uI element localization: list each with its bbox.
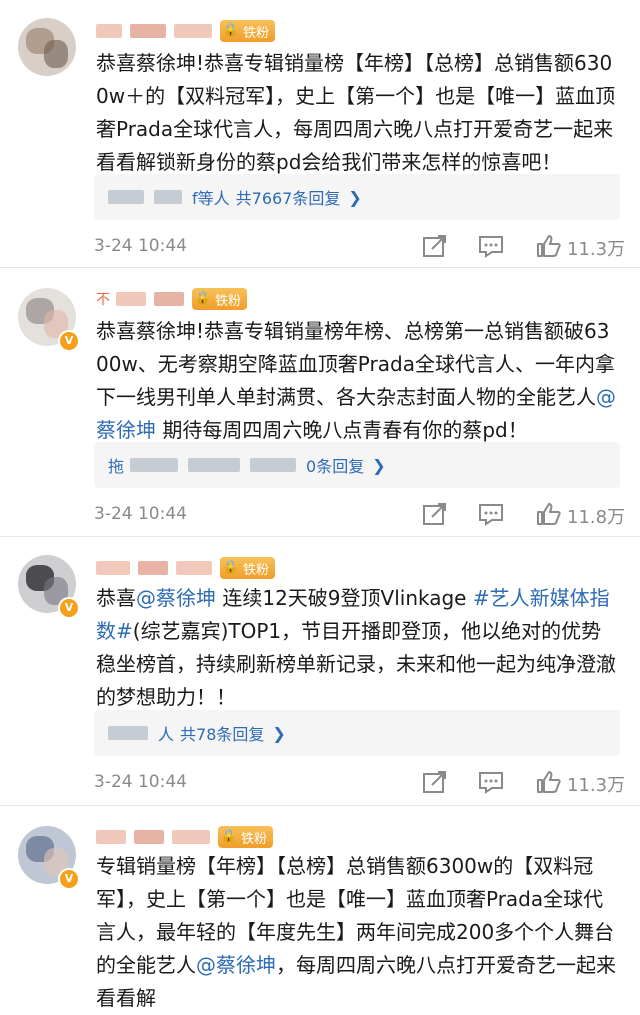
fan-badge: 🔒 铁粉 bbox=[220, 20, 276, 42]
lock-icon: 🔒 bbox=[222, 560, 240, 575]
timestamp: 3-24 10:44 bbox=[94, 772, 187, 792]
lock-icon: 🔒 bbox=[194, 291, 212, 306]
thumbs-up-icon[interactable] bbox=[536, 770, 562, 794]
lock-icon: 🔒 bbox=[222, 23, 240, 38]
fan-badge-label: 铁粉 bbox=[241, 831, 268, 847]
reply-users: 拖 bbox=[108, 457, 125, 476]
reply-count: 共7667条回复 bbox=[235, 189, 341, 208]
like-count: 11.8万 bbox=[567, 507, 626, 528]
fan-badge: 🔒 铁粉 bbox=[218, 826, 274, 848]
comment-icon[interactable] bbox=[478, 770, 504, 794]
reply-count: 共78条回复 bbox=[180, 725, 265, 744]
username-bar[interactable]: 🔒 铁粉 bbox=[96, 826, 274, 848]
comment-text: 恭喜蔡徐坤!恭喜专辑销量榜年榜、总榜第一总销售额破6300w、无考察期空降蓝血顶… bbox=[96, 319, 616, 442]
like-count: 11.3万 bbox=[567, 775, 626, 796]
reply-count: 0条回复 bbox=[306, 457, 365, 476]
thumbs-up-icon[interactable] bbox=[536, 502, 562, 526]
verified-badge-icon: V bbox=[58, 868, 80, 890]
comment-text: 恭喜蔡徐坤!恭喜专辑销量榜【年榜】【总榜】总销售额6300w＋的【双料冠军】，史… bbox=[96, 51, 616, 174]
mention-link[interactable]: @蔡徐坤 bbox=[196, 953, 276, 977]
verified-badge-icon: V bbox=[58, 330, 80, 352]
reply-summary[interactable]: f等人 共7667条回复 ❯ bbox=[94, 174, 620, 220]
fan-badge-label: 铁粉 bbox=[243, 25, 270, 41]
comment-text: 恭喜@蔡徐坤 连续12天破9登顶Vlinkage #艺人新媒体指数#(综艺嘉宾)… bbox=[96, 586, 616, 709]
reply-summary[interactable]: 人 共78条回复 ❯ bbox=[94, 710, 620, 756]
comment-card: 🔒 铁粉 恭喜蔡徐坤!恭喜专辑销量榜【年榜】【总榜】总销售额6300w＋的【双料… bbox=[0, 0, 640, 268]
comment-icon[interactable] bbox=[478, 502, 504, 526]
username-bar[interactable]: 🔒 铁粉 bbox=[96, 20, 276, 42]
chevron-right-icon: ❯ bbox=[348, 187, 362, 207]
comment-card: V 🔒 铁粉 恭喜@蔡徐坤 连续12天破9登顶Vlinkage #艺人新媒体指数… bbox=[0, 537, 640, 806]
timestamp: 3-24 10:44 bbox=[94, 236, 187, 256]
reply-users: f等人 bbox=[192, 189, 230, 208]
comment-footer: 3-24 10:44 11.8万 bbox=[94, 499, 640, 529]
comment-footer: 3-24 10:44 11.3万 bbox=[94, 231, 640, 261]
share-icon[interactable] bbox=[422, 502, 448, 526]
share-icon[interactable] bbox=[422, 234, 448, 258]
comment-card: V 🔒 铁粉 专辑销量榜【年榜】【总榜】总销售额6300w的【双料冠军】，史上【… bbox=[0, 806, 640, 1010]
verified-badge-icon: V bbox=[58, 597, 80, 619]
timestamp: 3-24 10:44 bbox=[94, 504, 187, 524]
comment-text: 专辑销量榜【年榜】【总榜】总销售额6300w的【双料冠军】，史上【第一个】也是【… bbox=[96, 854, 616, 1010]
share-icon[interactable] bbox=[422, 770, 448, 794]
chevron-right-icon: ❯ bbox=[372, 455, 386, 475]
chevron-right-icon: ❯ bbox=[272, 723, 286, 743]
username-partial: 不 bbox=[96, 292, 110, 308]
username-bar[interactable]: 不 🔒 铁粉 bbox=[96, 288, 248, 310]
reply-users: 人 bbox=[158, 725, 175, 744]
lock-icon: 🔒 bbox=[220, 829, 238, 844]
reply-summary[interactable]: 拖 0条回复 ❯ bbox=[94, 442, 620, 488]
mention-link[interactable]: @蔡徐坤 bbox=[136, 586, 216, 610]
username-bar[interactable]: 🔒 铁粉 bbox=[96, 557, 276, 579]
fan-badge-label: 铁粉 bbox=[243, 562, 270, 578]
thumbs-up-icon[interactable] bbox=[536, 234, 562, 258]
comment-footer: 3-24 10:44 11.3万 bbox=[94, 767, 640, 797]
fan-badge-label: 铁粉 bbox=[215, 293, 242, 309]
fan-badge: 🔒 铁粉 bbox=[192, 288, 248, 310]
avatar[interactable] bbox=[18, 18, 76, 76]
like-count: 11.3万 bbox=[567, 239, 626, 260]
comment-icon[interactable] bbox=[478, 234, 504, 258]
fan-badge: 🔒 铁粉 bbox=[220, 557, 276, 579]
comment-card: V 不 🔒 铁粉 恭喜蔡徐坤!恭喜专辑销量榜年榜、总榜第一总销售额破6300w、… bbox=[0, 268, 640, 537]
